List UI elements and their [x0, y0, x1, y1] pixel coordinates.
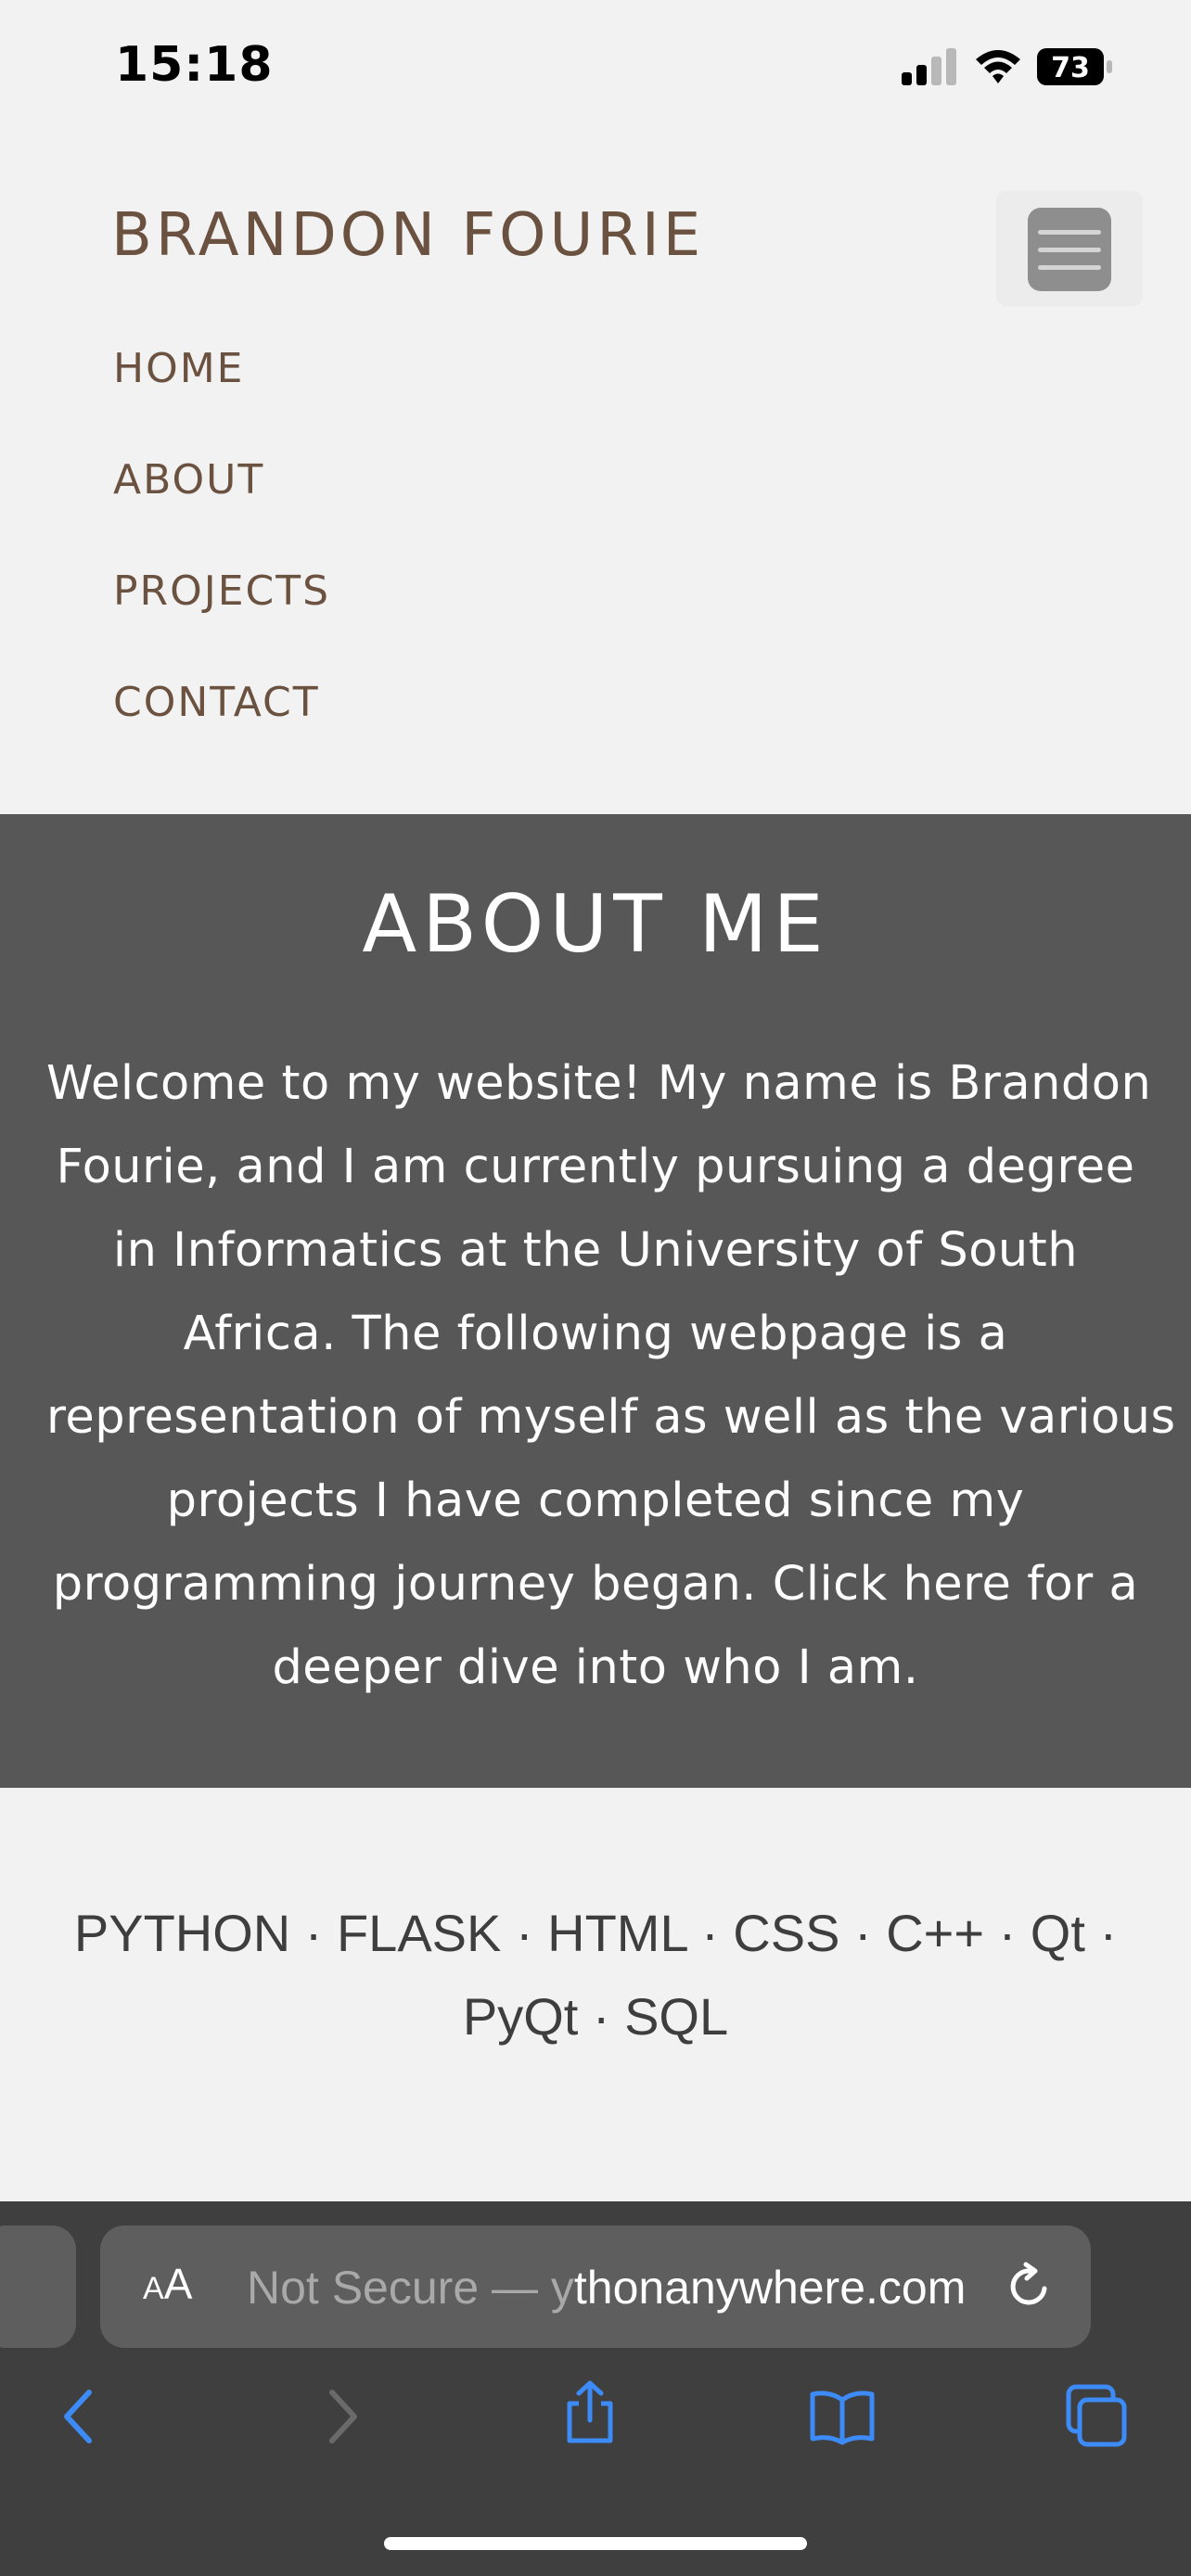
nav-link-home[interactable]: HOME: [113, 349, 244, 389]
previous-tab-preview[interactable]: [0, 2225, 76, 2348]
url-domain: thonanywhere.com: [573, 2262, 967, 2314]
status-time: 15:18: [115, 37, 274, 93]
about-line: Fourie, and I am currently pursuing a de…: [56, 1140, 1135, 1194]
about-line: in Informatics at the University of Sout…: [112, 1223, 1079, 1278]
address-bar[interactable]: AA Not Secure — ythonanywhere.com: [100, 2225, 1091, 2348]
nav-link-projects[interactable]: PROJECTS: [113, 571, 330, 612]
about-line: projects I have completed since my: [166, 1473, 1025, 1528]
about-line: deeper dive into who I am.: [272, 1640, 919, 1695]
site-title[interactable]: BRANDON FOURIE: [111, 206, 704, 265]
about-line: representation of myself as well as the …: [46, 1390, 1176, 1445]
reload-icon[interactable]: [1004, 2261, 1056, 2313]
menu-container: [996, 191, 1143, 306]
skills-line: PyQt · SQL: [462, 1987, 729, 2046]
share-icon[interactable]: [557, 2379, 623, 2446]
security-status: Not Secure — y: [247, 2262, 574, 2314]
about-section: ABOUT ME Welcome to my website! My name …: [0, 814, 1191, 1788]
hamburger-menu-button[interactable]: [1028, 208, 1111, 291]
forward-icon[interactable]: [306, 2383, 373, 2450]
hamburger-icon-line: [1038, 230, 1101, 235]
skills-list: PYTHON · FLASK · HTML · CSS · C++ · Qt ·…: [37, 1892, 1154, 2059]
tabs-icon[interactable]: [1063, 2383, 1130, 2450]
home-indicator[interactable]: [384, 2537, 807, 2550]
about-line: programming journey began. Click here fo…: [52, 1557, 1139, 1612]
nav-link-contact[interactable]: CONTACT: [113, 682, 320, 723]
battery-indicator: 73: [1037, 48, 1113, 85]
wifi-icon: [976, 50, 1020, 83]
battery-level: 73: [1051, 52, 1090, 84]
skills-line: PYTHON · FLASK · HTML · CSS · C++ · Qt ·: [73, 1904, 1118, 1962]
about-line: Welcome to my website! My name is Brando…: [46, 1056, 1152, 1111]
battery-icon: 73: [1037, 48, 1112, 85]
url-display[interactable]: Not Secure — ythonanywhere.com: [247, 2263, 966, 2314]
aa-small-glyph: A: [143, 2271, 164, 2306]
aa-big-glyph: A: [163, 2260, 193, 2308]
about-paragraph: Welcome to my website! My name is Brando…: [46, 1042, 1176, 1710]
hamburger-icon-line: [1038, 248, 1101, 252]
about-heading: ABOUT ME: [362, 878, 829, 971]
cellular-signal-icon: [902, 48, 956, 85]
reader-options-button[interactable]: AA: [143, 2263, 192, 2305]
nav-link-about[interactable]: ABOUT: [113, 460, 264, 501]
about-line: Africa. The following webpage is a: [183, 1307, 1008, 1361]
hamburger-icon-line: [1038, 265, 1101, 270]
back-icon[interactable]: [48, 2383, 115, 2450]
bookmarks-icon[interactable]: [809, 2383, 876, 2450]
